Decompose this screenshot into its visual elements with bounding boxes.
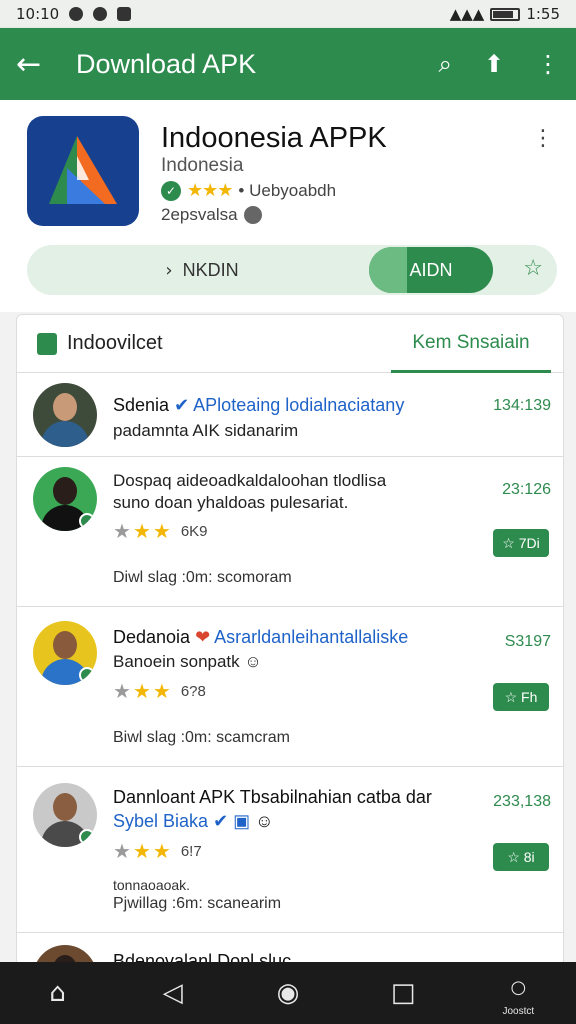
reaction-icon: ❤ [195, 627, 215, 647]
reviews-panel: Indoovilcet Kem Snsaiain Sdenia ✔ APlote… [16, 314, 564, 974]
review-author: Sdenia ✔ APloteaing lodialnaciatany [113, 395, 404, 416]
review-text-line: Banoein sonpatk [113, 652, 240, 671]
back-arrow-icon[interactable]: ← [16, 47, 56, 82]
star-rating: ★★★ [187, 180, 233, 200]
avatar [33, 621, 97, 685]
verified-check-icon: ✔ [174, 395, 194, 415]
secondary-action-label: NKDIN [182, 259, 239, 280]
review-text: tonnaoaoak. [113, 877, 191, 893]
recents-item[interactable]: ○ Joostct [473, 977, 563, 1017]
review-item[interactable]: Dedanoia ❤ Asrarldanleihantallaliske Ban… [17, 607, 563, 767]
tab-right-active[interactable]: Kem Snsaiain [391, 315, 551, 373]
battery-icon [490, 7, 521, 21]
review-text: Banoein sonpatk ☺ [113, 652, 262, 672]
review-action-button[interactable]: ☆ 7Di [493, 529, 549, 557]
store-bag-icon [37, 332, 57, 355]
app-header: Indoonesia APPK Indonesia ✓ ★★★ • Uebyoa… [0, 100, 576, 312]
avatar [33, 783, 97, 847]
home-icon[interactable]: ⌂ [13, 978, 103, 1008]
review-count: 134:139 [493, 397, 551, 414]
developer-name: 2epsvalsa [161, 205, 238, 224]
page-title: Download APK [76, 48, 257, 79]
review-item[interactable]: Sdenia ✔ APloteaing lodialnaciatany pada… [17, 373, 563, 457]
notification-icon [69, 7, 84, 21]
review-stars: ★ ★ ★ 6?8 [113, 681, 206, 703]
home-circle-icon[interactable]: ◉ [243, 978, 333, 1008]
review-star-count: 6?8 [180, 683, 206, 700]
secondary-action-button[interactable]: › NKDIN [27, 245, 377, 295]
status-bar: 10:10 ▲▲▲ 1:55 [0, 0, 576, 28]
tab-left-label: Indoovilcet [67, 332, 163, 354]
app-icon [27, 116, 139, 226]
chevron-right-icon: › [165, 259, 173, 281]
app-bar: ← Download APK ⌕ ⬆ ⋮ [0, 28, 576, 100]
verified-check-icon: ✔ ▣ [213, 811, 256, 831]
recents-square-icon[interactable]: □ [358, 978, 448, 1008]
review-star-count: 6!7 [180, 843, 202, 860]
review-meta: Biwl slag :0m: scamcram [113, 729, 290, 746]
review-author: Dedanoia ❤ Asrarldanleihantallaliske [113, 627, 408, 648]
developer-row: 2epsvalsa [161, 205, 262, 225]
review-author-name: Sdenia [113, 395, 170, 415]
share-icon[interactable]: ⬆ [484, 50, 504, 78]
tab-bar: Indoovilcet Kem Snsaiain [17, 315, 563, 373]
verified-badge-icon: ✓ [161, 180, 181, 201]
review-author: Sybel Biaka ✔ ▣ ☺ [113, 811, 274, 832]
review-action-button[interactable]: ☆ 8i [493, 843, 549, 871]
avatar [33, 383, 97, 447]
tab-right-label: Kem Snsaiain [412, 331, 530, 353]
circle-icon: ○ [510, 977, 527, 998]
back-triangle-icon[interactable]: ◁ [128, 978, 218, 1008]
signal-icon: ▲▲▲ [449, 5, 485, 23]
rating-row: ✓ ★★★ • Uebyoabdh [161, 180, 336, 201]
review-meta: Diwl slag :0m: scomoram [113, 569, 292, 586]
review-item[interactable]: Dannloant APK Tbsabilnahian catba dar Sy… [17, 767, 563, 933]
online-badge-icon [79, 513, 95, 529]
review-count: S3197 [504, 633, 551, 650]
more-vert-icon[interactable]: ⋮ [532, 126, 554, 151]
notification-icon [93, 7, 108, 21]
app-name: Indoonesia APPK [161, 122, 387, 154]
review-stars: ★ ★ ★ 6!7 [113, 841, 202, 863]
review-stars: ★ ★ ★ 6K9 [113, 521, 208, 543]
status-time-right: 1:55 [526, 5, 560, 23]
action-pill: › NKDIN AIDN ☆ [27, 245, 557, 295]
review-action-button[interactable]: ☆ Fh [493, 683, 549, 711]
nav-label: Joostct [502, 1006, 535, 1017]
info-icon[interactable] [243, 206, 262, 224]
app-subtitle: Indonesia [161, 155, 244, 176]
review-text: Dospaq aideoadkaldaloohan tlodlisa [113, 471, 387, 490]
tab-left[interactable]: Indoovilcet [37, 332, 163, 355]
review-star-count: 6K9 [180, 523, 208, 540]
review-text: suno doan yhaldoas pulesariat. [113, 493, 349, 512]
review-text: padamnta AIK sidanarim [113, 421, 299, 440]
install-button[interactable]: AIDN [369, 247, 493, 293]
notification-icon [117, 7, 132, 21]
review-author-name: Dannloant APK Tbsabilnahian catba dar [113, 787, 432, 807]
review-author-name: Dedanoia [113, 627, 191, 647]
review-verified-text: Asrarldanleihantallaliske [214, 627, 409, 647]
avatar [33, 467, 97, 531]
review-meta: Pjwillag :6m: scanearim [113, 895, 282, 912]
review-count: 23:126 [502, 481, 551, 498]
wishlist-star-icon[interactable]: ☆ [523, 256, 543, 281]
smile-emoji-icon: ☺ [255, 811, 274, 831]
search-icon[interactable]: ⌕ [438, 50, 451, 78]
review-count: 233,138 [493, 793, 551, 810]
status-time: 10:10 [16, 5, 60, 23]
online-badge-icon [79, 829, 95, 845]
install-button-label: AIDN [409, 259, 453, 280]
review-verified-text: APloteaing lodialnaciatany [193, 395, 405, 415]
navigation-bar: ⌂ ◁ ◉ □ ○ Joostct [0, 962, 576, 1024]
rating-label: • Uebyoabdh [238, 180, 337, 200]
review-item[interactable]: Dospaq aideoadkaldaloohan tlodlisa suno … [17, 457, 563, 607]
smile-emoji-icon: ☺ [244, 652, 262, 671]
online-badge-icon [79, 667, 95, 683]
more-vert-icon[interactable]: ⋮ [536, 50, 560, 78]
review-verified-text: Sybel Biaka [113, 811, 209, 831]
